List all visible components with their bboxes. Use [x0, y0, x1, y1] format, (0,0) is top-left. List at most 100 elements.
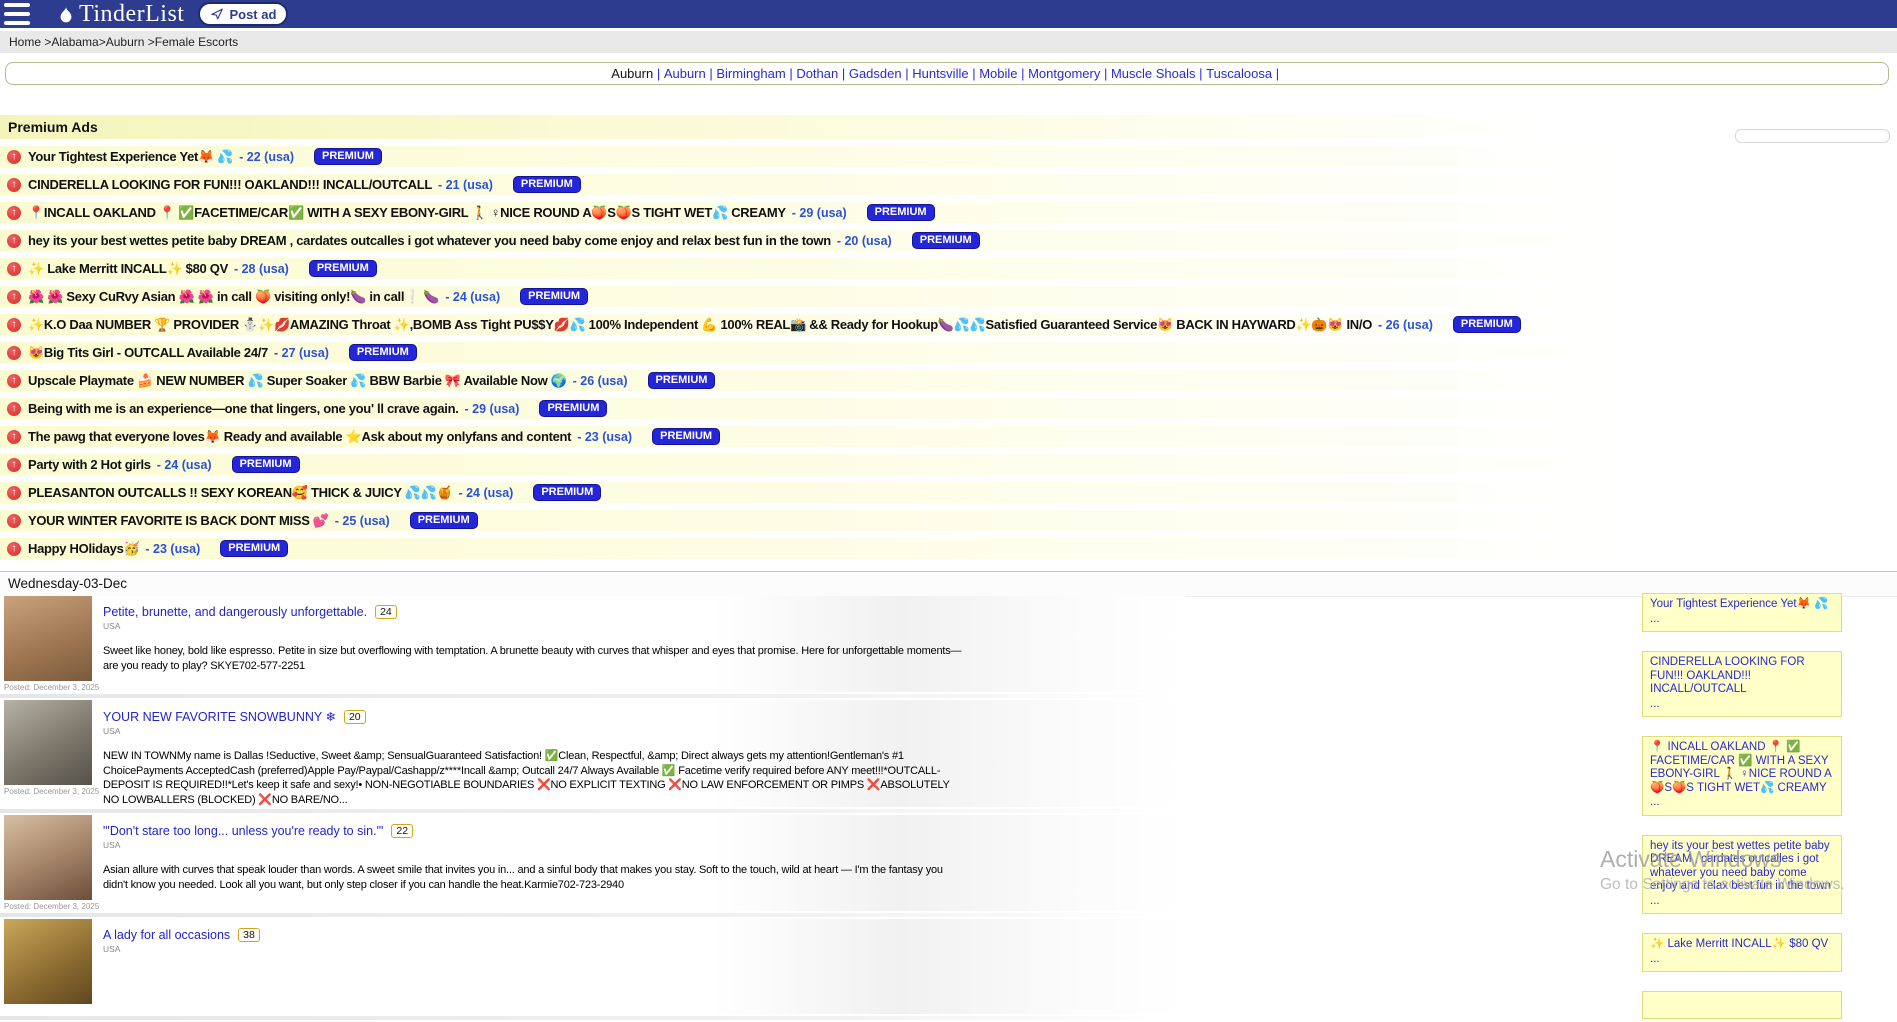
premium-ad-row: ↑ 📍INCALL OAKLAND 📍 ✅FACETIME/CAR✅ WITH …: [0, 202, 1625, 223]
sidebar-ad-link[interactable]: hey its your best wettes petite baby DRE…: [1650, 840, 1834, 894]
city-separator: |: [1196, 66, 1207, 81]
date-header: Wednesday-03-Dec: [0, 571, 1897, 597]
header-bar: TinderList Post ad: [0, 0, 1897, 28]
premium-ad-title[interactable]: CINDERELLA LOOKING FOR FUN!!! OAKLAND!!!…: [28, 177, 432, 192]
breadcrumb-separator: >: [41, 35, 51, 49]
city-nav-item: Muscle Shoals |: [1111, 66, 1206, 81]
city-link[interactable]: Auburn: [611, 66, 653, 81]
premium-ad-row: ↑ 🌺 🌺 Sexy CuRvy Asian 🌺 🌺 in call 🍑 vis…: [0, 286, 1625, 307]
premium-badge: PREMIUM: [648, 372, 716, 389]
breadcrumb-category[interactable]: Female Escorts: [155, 35, 238, 49]
up-arrow-icon: ↑: [7, 290, 21, 304]
sidebar-ad-ellipsis: ...: [1650, 796, 1834, 810]
sidebar-ad-link[interactable]: ✨ Lake Merritt INCALL✨ $80 QV: [1650, 938, 1834, 952]
listing-age-badge: 38: [238, 928, 260, 942]
city-link[interactable]: Mobile: [979, 66, 1017, 81]
sidebar-ad-link[interactable]: 📍 INCALL OAKLAND 📍 ✅ FACETIME/CAR ✅ WITH…: [1650, 741, 1834, 795]
listing-title-link[interactable]: Petite, brunette, and dangerously unforg…: [103, 605, 367, 619]
city-link[interactable]: Tuscaloosa: [1206, 66, 1272, 81]
city-separator: |: [786, 66, 797, 81]
city-separator: |: [902, 66, 913, 81]
city-separator: |: [969, 66, 980, 81]
breadcrumb-separator: >: [144, 35, 154, 49]
listing-thumbnail[interactable]: [4, 700, 92, 785]
post-ad-button[interactable]: Post ad: [198, 2, 288, 26]
sidebar-ad-box: CINDERELLA LOOKING FOR FUN!!! OAKLAND!!!…: [1642, 651, 1842, 717]
premium-badge: PREMIUM: [314, 148, 382, 165]
premium-ad-age: - 27 (usa): [274, 346, 329, 360]
premium-ad-age: - 26 (usa): [1378, 318, 1433, 332]
premium-ad-row: ↑ ✨K.O Daa NUMBER 🏆 PROVIDER ⛄✨💋AMAZING …: [0, 314, 1625, 335]
premium-ad-title[interactable]: ✨K.O Daa NUMBER 🏆 PROVIDER ⛄✨💋AMAZING Th…: [28, 317, 1372, 333]
sidebar-ad-link[interactable]: CINDERELLA LOOKING FOR FUN!!! OAKLAND!!!…: [1650, 656, 1834, 697]
city-nav-item: Auburn |: [664, 66, 717, 81]
listings-feed: Posted: December 3, 2025 Petite, brunett…: [0, 596, 1185, 1022]
premium-ad-row: ↑ YOUR WINTER FAVORITE IS BACK DONT MISS…: [0, 510, 1625, 531]
city-link[interactable]: Montgomery: [1028, 66, 1100, 81]
premium-ads-heading: Premium Ads: [0, 115, 1625, 139]
up-arrow-icon: ↑: [7, 458, 21, 472]
up-arrow-icon: ↑: [7, 150, 21, 164]
breadcrumb-separator: >: [99, 35, 106, 49]
premium-ad-title[interactable]: YOUR WINTER FAVORITE IS BACK DONT MISS 💕: [28, 513, 329, 529]
premium-ad-title[interactable]: Being with me is an experience—one that …: [28, 401, 459, 416]
city-link[interactable]: Birmingham: [716, 66, 785, 81]
listing-description: NEW IN TOWNMy name is Dallas !Seductive,…: [103, 749, 963, 807]
listing-thumbnail[interactable]: [4, 815, 92, 900]
premium-ad-row: ↑ Upscale Playmate 🍰 NEW NUMBER 💦 Super …: [0, 370, 1625, 391]
listing-title-link[interactable]: A lady for all occasions: [103, 928, 230, 942]
premium-ad-row: ↑ PLEASANTON OUTCALLS !! SEXY KOREAN🥰 TH…: [0, 482, 1625, 503]
premium-ad-title[interactable]: 🌺 🌺 Sexy CuRvy Asian 🌺 🌺 in call 🍑 visit…: [28, 289, 439, 305]
city-link[interactable]: Auburn: [664, 66, 706, 81]
city-nav-item: Gadsden |: [849, 66, 912, 81]
menu-icon[interactable]: [4, 3, 32, 25]
premium-ad-title[interactable]: The pawg that everyone loves🦊 Ready and …: [28, 429, 571, 445]
premium-ad-age: - 29 (usa): [465, 402, 520, 416]
city-link[interactable]: Muscle Shoals: [1111, 66, 1196, 81]
premium-ad-title[interactable]: Party with 2 Hot girls: [28, 457, 151, 472]
menu-bar: [4, 12, 30, 16]
brand-logo[interactable]: TinderList: [56, 3, 184, 25]
premium-ad-title[interactable]: PLEASANTON OUTCALLS !! SEXY KOREAN🥰 THIC…: [28, 485, 452, 501]
sidebar-ad-box: Your Tightest Experience Yet🦊 💦 ...: [1642, 593, 1842, 632]
listing-title-link[interactable]: YOUR NEW FAVORITE SNOWBUNNY ❄: [103, 709, 336, 724]
city-link[interactable]: Dothan: [796, 66, 838, 81]
premium-badge: PREMIUM: [912, 232, 980, 249]
premium-badge: PREMIUM: [349, 344, 417, 361]
city-separator: |: [706, 66, 717, 81]
premium-ad-row: ↑ Happy HOlidays🥳 - 23 (usa) PREMIUM: [0, 538, 1625, 559]
up-arrow-icon: ↑: [7, 430, 21, 444]
up-arrow-icon: ↑: [7, 542, 21, 556]
premium-ad-title[interactable]: Happy HOlidays🥳: [28, 541, 139, 557]
listing-country: USA: [103, 621, 963, 631]
premium-ad-title[interactable]: hey its your best wettes petite baby DRE…: [28, 233, 831, 248]
premium-ad-row: ↑ Being with me is an experience—one tha…: [0, 398, 1625, 419]
breadcrumb-city[interactable]: Auburn: [106, 35, 145, 49]
listing-title-link[interactable]: "'Don't stare too long... unless you're …: [103, 824, 383, 838]
listing-row: Posted: December 3, 2025 Petite, brunett…: [0, 596, 1185, 692]
listing-separator: [0, 694, 1185, 698]
premium-ad-title[interactable]: Upscale Playmate 🍰 NEW NUMBER 💦 Super So…: [28, 373, 567, 389]
listing-separator: [0, 1016, 1185, 1020]
listing-row: A lady for all occasions 38 USA: [0, 919, 1185, 1014]
listing-body: A lady for all occasions 38 USA: [103, 919, 260, 1014]
premium-ad-row: ↑ Your Tightest Experience Yet🦊 💦 - 22 (…: [0, 146, 1625, 167]
breadcrumb-home[interactable]: Home: [9, 35, 41, 49]
premium-ad-title[interactable]: 📍INCALL OAKLAND 📍 ✅FACETIME/CAR✅ WITH A …: [28, 205, 786, 221]
up-arrow-icon: ↑: [7, 346, 21, 360]
premium-ad-title[interactable]: ✨ Lake Merritt INCALL✨ $80 QV: [28, 261, 228, 277]
listing-row: Posted: December 3, 2025 YOUR NEW FAVORI…: [0, 700, 1185, 807]
premium-ad-age: - 24 (usa): [445, 290, 500, 304]
up-arrow-icon: ↑: [7, 514, 21, 528]
listing-thumbnail[interactable]: [4, 596, 92, 681]
breadcrumb-state[interactable]: Alabama: [51, 35, 98, 49]
city-link[interactable]: Huntsville: [912, 66, 968, 81]
listing-country: USA: [103, 726, 963, 736]
city-separator: |: [653, 66, 664, 81]
premium-ad-title[interactable]: 😻Big Tits Girl - OUTCALL Available 24/7: [28, 345, 268, 361]
listing-left-column: Posted: December 3, 2025: [4, 700, 94, 807]
city-link[interactable]: Gadsden: [849, 66, 902, 81]
premium-ad-title[interactable]: Your Tightest Experience Yet🦊 💦: [28, 149, 233, 165]
premium-badge: PREMIUM: [220, 540, 288, 557]
sidebar-ad-link[interactable]: Your Tightest Experience Yet🦊 💦: [1650, 598, 1834, 612]
